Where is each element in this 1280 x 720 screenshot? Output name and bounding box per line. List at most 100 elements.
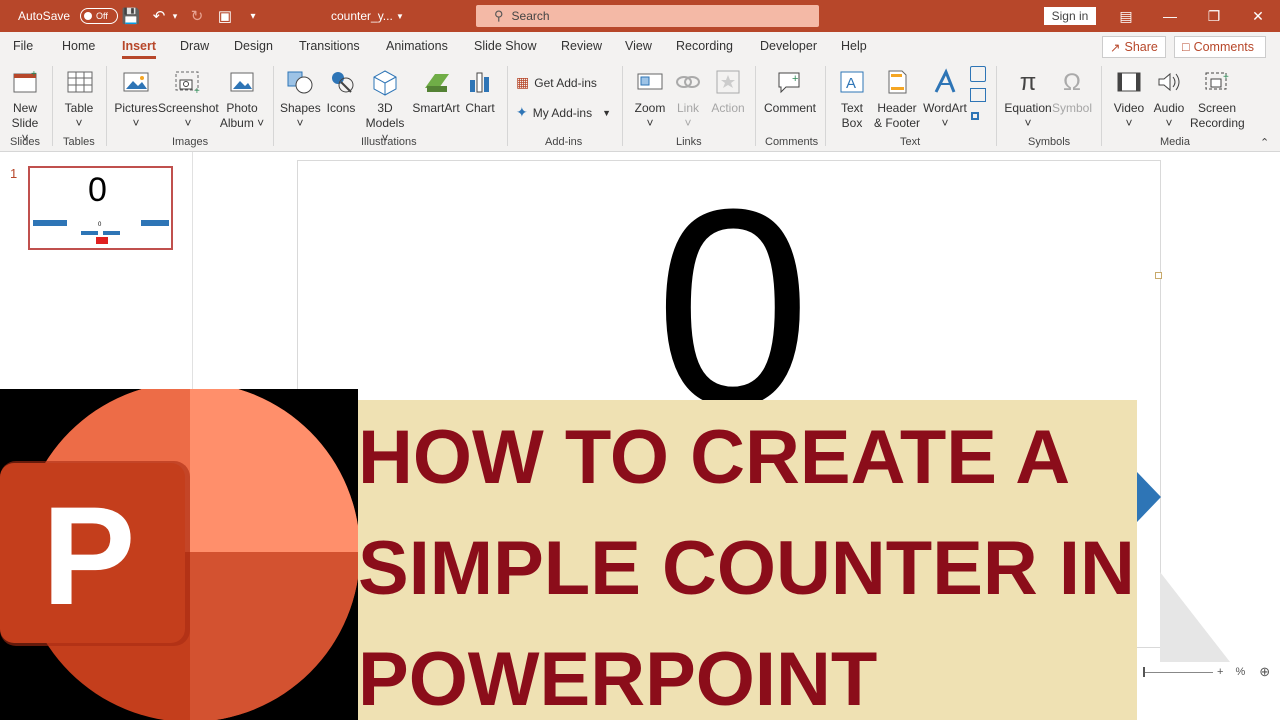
zoom-level[interactable]: % <box>1235 666 1245 678</box>
my-addins-button[interactable]: ✦ My Add-ins ▼ <box>516 104 611 121</box>
group-symbols-label: Symbols <box>1028 136 1071 148</box>
screen-recording-label-1: Screen <box>1197 101 1237 115</box>
addin-icon: ✦ <box>516 104 528 120</box>
minimize-icon[interactable]: — <box>1150 0 1190 32</box>
link-button[interactable]: Link ˅ <box>672 66 704 131</box>
divider <box>825 66 826 146</box>
slide-number-icon[interactable] <box>970 88 986 102</box>
thumb-reset-button <box>96 237 108 244</box>
collapse-ribbon-icon[interactable]: ⌃ <box>1260 136 1269 149</box>
tab-transitions[interactable]: Transitions <box>299 39 360 53</box>
tab-home[interactable]: Home <box>62 39 95 53</box>
group-media-label: Media <box>1160 136 1190 148</box>
symbol-button[interactable]: Ω Symbol <box>1052 66 1092 116</box>
screen-recording-button[interactable]: + Screen Recording <box>1190 66 1245 131</box>
screenshot-button[interactable]: + Screenshot ˅ <box>158 66 219 131</box>
chart-label: Chart <box>465 101 495 115</box>
photo-album-button[interactable]: Photo Album ˅ <box>218 66 266 131</box>
zoom-in-icon[interactable]: + <box>1217 666 1223 678</box>
table-button[interactable]: Table ˅ <box>62 66 96 131</box>
close-icon[interactable]: ✕ <box>1238 0 1278 32</box>
new-slide-button[interactable]: + New Slide ˅ <box>8 66 42 146</box>
sign-in-button[interactable]: Sign in <box>1044 7 1096 25</box>
counter-text[interactable]: 0 <box>655 168 811 448</box>
comment-label: Comment <box>764 101 817 115</box>
save-icon[interactable]: 💾 <box>120 5 142 27</box>
photo-album-icon <box>226 66 258 98</box>
video-label: Video <box>1113 101 1145 115</box>
comments-button[interactable]: □ Comments <box>1174 36 1266 58</box>
ribbon-display-icon[interactable]: ▤ <box>1106 0 1146 32</box>
title-bar: AutoSave Off 💾 ↶ ▾ ↻ ▣ ▾ counter_y... ▼ … <box>0 0 1280 32</box>
comment-icon: □ <box>1182 40 1190 54</box>
slide-number: 1 <box>10 166 18 181</box>
icons-button[interactable]: Icons <box>323 66 359 116</box>
zoom-slider[interactable] <box>1143 666 1213 677</box>
filename-dropdown-icon[interactable]: ▼ <box>396 0 404 32</box>
text-box-icon: A <box>836 66 868 98</box>
header-footer-button[interactable]: Header & Footer <box>872 66 922 131</box>
autosave-toggle[interactable]: Off <box>80 8 118 24</box>
pictures-label: Pictures <box>114 101 158 115</box>
redo-icon[interactable]: ↻ <box>186 5 208 27</box>
group-addins-label: Add-ins <box>545 136 583 148</box>
shapes-button[interactable]: Shapes ˅ <box>280 66 321 131</box>
tab-file[interactable]: File <box>13 39 33 53</box>
file-name[interactable]: counter_y... <box>331 0 393 32</box>
thumb-right-arrow-icon <box>141 220 169 226</box>
equation-label: Equation <box>1004 101 1052 115</box>
tab-review[interactable]: Review <box>561 39 602 53</box>
cube-icon <box>369 66 401 98</box>
undo-icon[interactable]: ↶ <box>148 5 170 27</box>
share-button[interactable]: ↗ Share <box>1102 36 1166 58</box>
action-button[interactable]: Action <box>708 66 748 116</box>
group-tables-label: Tables <box>63 136 95 148</box>
zoom-button[interactable]: Zoom ˅ <box>632 66 668 131</box>
tab-slide-show[interactable]: Slide Show <box>474 39 537 53</box>
divider <box>52 66 53 146</box>
get-addins-button[interactable]: ▦ Get Add-ins <box>516 74 597 91</box>
tab-help[interactable]: Help <box>841 39 867 53</box>
tab-design[interactable]: Design <box>234 39 273 53</box>
tab-insert[interactable]: Insert <box>122 39 157 59</box>
tab-developer[interactable]: Developer <box>760 39 817 53</box>
equation-button[interactable]: π Equation ˅ <box>1004 66 1052 131</box>
next-arrow-icon[interactable] <box>1137 472 1161 522</box>
audio-button[interactable]: Audio ˅ <box>1150 66 1188 131</box>
zoom-slider-thumb-icon[interactable] <box>1143 666 1145 677</box>
group-links-label: Links <box>676 136 702 148</box>
date-time-icon[interactable] <box>970 66 986 82</box>
speaker-icon <box>1153 66 1185 98</box>
tab-draw[interactable]: Draw <box>180 39 209 53</box>
banner-line-2: SIMPLE COUNTER IN <box>358 526 1135 611</box>
text-box-button[interactable]: A Text Box <box>835 66 869 131</box>
video-button[interactable]: Video ˅ <box>1110 66 1148 131</box>
ribbon-insert: + New Slide ˅ Slides Table ˅ Tables Pict… <box>0 60 1280 152</box>
group-text-label: Text <box>900 136 921 148</box>
undo-dropdown-icon[interactable]: ▾ <box>170 5 180 27</box>
3d-models-button[interactable]: 3D Models ˅ <box>362 66 408 146</box>
comments-label: Comments <box>1193 40 1254 54</box>
fit-to-window-icon[interactable]: ⊕ <box>1259 664 1270 680</box>
powerpoint-window: AutoSave Off 💾 ↶ ▾ ↻ ▣ ▾ counter_y... ▼ … <box>0 0 1280 720</box>
group-illustrations-label: Illustrations <box>361 136 417 148</box>
smartart-button[interactable]: SmartArt <box>410 66 462 116</box>
present-icon[interactable]: ▣ <box>214 5 236 27</box>
customize-toolbar-icon[interactable]: ▾ <box>242 5 264 27</box>
tab-view[interactable]: View <box>625 39 652 53</box>
object-icon[interactable] <box>971 112 979 120</box>
divider <box>273 66 274 146</box>
share-icon: ↗ <box>1110 40 1121 55</box>
photo-album-label-1: Photo <box>226 101 258 115</box>
tab-recording[interactable]: Recording <box>676 39 733 53</box>
search-box[interactable]: ⚲ Search <box>476 5 819 27</box>
chart-button[interactable]: Chart <box>463 66 497 116</box>
resize-handle-icon[interactable] <box>1155 272 1162 279</box>
pictures-button[interactable]: Pictures ˅ <box>114 66 158 131</box>
table-icon <box>63 66 95 98</box>
wordart-button[interactable]: WordArt ˅ <box>922 66 968 131</box>
new-comment-button[interactable]: + Comment <box>764 66 816 116</box>
tab-animations[interactable]: Animations <box>386 39 448 53</box>
restore-icon[interactable]: ❐ <box>1194 0 1234 32</box>
slide-thumbnail[interactable]: 0 0 <box>28 166 173 250</box>
